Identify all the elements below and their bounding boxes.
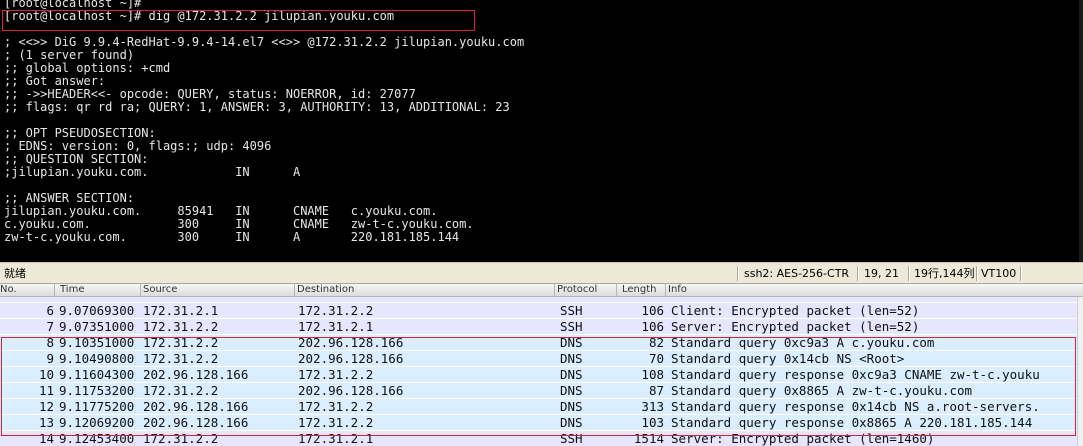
column-header-protocol[interactable]: Protocol	[557, 284, 597, 296]
status-divider	[737, 266, 738, 281]
column-header-source[interactable]: Source	[143, 284, 177, 296]
packet-list-header: No. Time Source Destination Protocol Len…	[0, 284, 1083, 297]
column-divider[interactable]	[140, 284, 141, 296]
column-divider[interactable]	[554, 284, 555, 296]
terminal-line: ;jilupian.youku.com. IN A	[4, 165, 301, 179]
cell-destination: 172.31.2.1	[298, 319, 374, 334]
status-ready: 就绪	[4, 267, 26, 280]
status-divider	[857, 266, 858, 281]
status-cursor-position: 19, 21	[864, 267, 899, 280]
terminal-window[interactable]: [root@localhost ~]# [root@localhost ~]# …	[0, 0, 1083, 262]
status-divider	[976, 266, 977, 281]
cell-protocol: SSH	[560, 303, 583, 318]
cell-time: 9.07351000	[59, 319, 135, 334]
table-row[interactable]: 6 9.07069300 172.31.2.1 172.31.2.2 SSH 1…	[0, 303, 1083, 319]
status-bar: 就绪 ssh2: AES-256-CTR 19, 21 19行,144列 VT1…	[0, 262, 1083, 284]
dns-rows-highlight-box	[1, 337, 1076, 436]
column-header-destination[interactable]: Destination	[297, 284, 354, 296]
cell-source: 172.31.2.1	[143, 303, 219, 318]
cell-no: 6	[46, 303, 54, 318]
packet-list-pane[interactable]: No. Time Source Destination Protocol Len…	[0, 284, 1083, 446]
terminal-output: [root@localhost ~]# [root@localhost ~]# …	[4, 0, 524, 244]
cell-info: Client: Encrypted packet (len=52)	[671, 303, 920, 318]
column-divider[interactable]	[54, 284, 55, 296]
column-header-no[interactable]: No.	[0, 284, 17, 296]
column-divider[interactable]	[665, 284, 666, 296]
cell-time: 9.07069300	[59, 303, 135, 318]
column-header-time[interactable]: Time	[60, 284, 84, 296]
column-header-length[interactable]: Length	[622, 284, 657, 296]
terminal-line: ;; flags: qr rd ra; QUERY: 1, ANSWER: 3,…	[4, 100, 510, 114]
cell-length: 106	[641, 319, 664, 334]
column-divider[interactable]	[294, 284, 295, 296]
packet-list-scrollbar[interactable]	[1077, 297, 1083, 446]
status-connection: ssh2: AES-256-CTR	[744, 267, 850, 280]
terminal-line: zw-t-c.youku.com. 300 IN A 220.181.185.1…	[4, 230, 460, 244]
status-terminal-type: VT100	[981, 267, 1017, 280]
column-header-info[interactable]: Info	[668, 284, 687, 296]
cell-destination: 172.31.2.2	[298, 303, 374, 318]
cell-length: 106	[641, 303, 664, 318]
status-divider	[1020, 266, 1021, 281]
column-divider[interactable]	[616, 284, 617, 296]
cell-no: 7	[46, 319, 54, 334]
terminal-scrollbar[interactable]	[1079, 0, 1083, 262]
cell-source: 172.31.2.2	[143, 319, 219, 334]
status-terminal-size: 19行,144列	[914, 267, 975, 280]
table-row[interactable]: 7 9.07351000 172.31.2.2 172.31.2.1 SSH 1…	[0, 319, 1083, 335]
cell-protocol: SSH	[560, 319, 583, 334]
cell-info: Server: Encrypted packet (len=52)	[671, 319, 920, 334]
command-highlight-box	[2, 10, 475, 31]
status-divider	[908, 266, 909, 281]
